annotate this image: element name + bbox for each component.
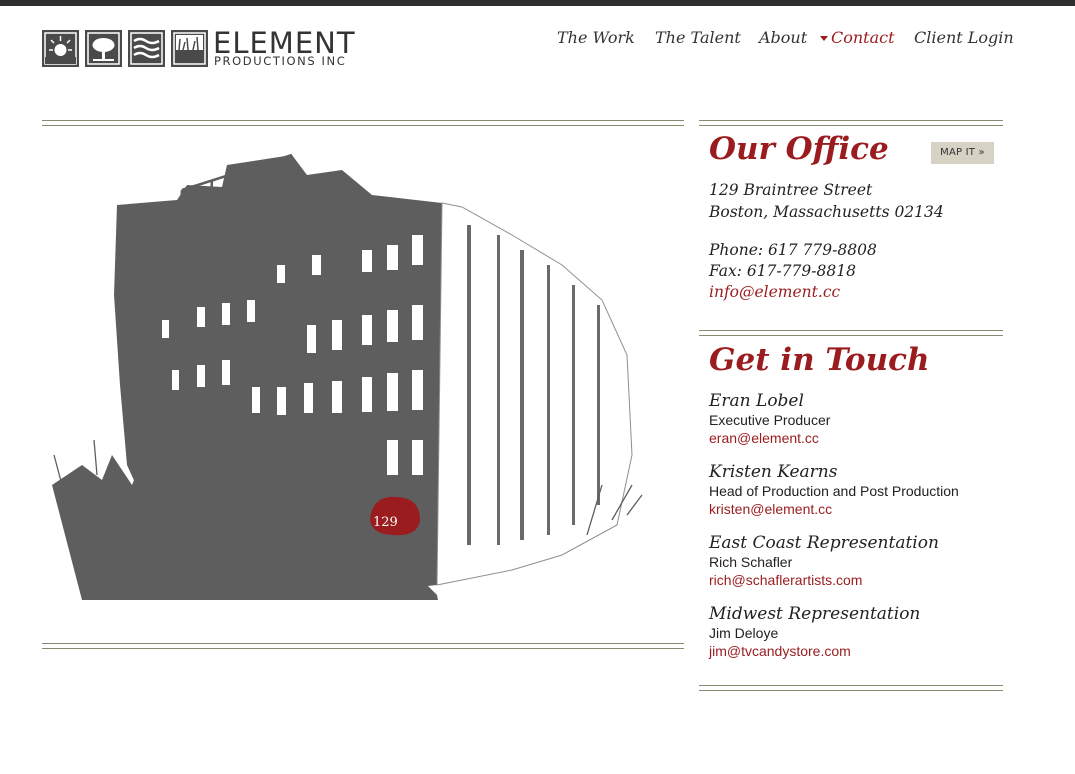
top-border [0, 0, 1075, 6]
contact-email-link[interactable]: rich@schaflerartists.com [709, 571, 939, 589]
contact-item: Eran Lobel Executive Producer eran@eleme… [709, 391, 830, 447]
office-email-link[interactable]: info@element.cc [709, 283, 840, 301]
building-illustration: 129 [42, 125, 684, 645]
nav-client-login[interactable]: Client Login [914, 28, 1014, 47]
divider-office-top [699, 120, 1003, 126]
office-fax: Fax: 617-779-8818 [709, 262, 856, 280]
touch-heading: Get in Touch [709, 342, 930, 378]
contact-item: East Coast Representation Rich Schafler … [709, 533, 939, 589]
contact-email-link[interactable]: eran@element.cc [709, 429, 830, 447]
contact-role: Rich Schafler [709, 554, 793, 570]
contact-name: East Coast Representation [709, 533, 939, 553]
divider-touch-top [699, 330, 1003, 336]
nav-about[interactable]: About [759, 28, 807, 47]
address-badge-label: 129 [373, 515, 398, 530]
nav-the-work[interactable]: The Work [557, 28, 635, 47]
contact-name: Eran Lobel [709, 391, 804, 411]
office-phone: Phone: 617 779-8808 [709, 241, 877, 259]
office-heading: Our Office [709, 131, 889, 167]
divider-bottom-right [699, 685, 1003, 691]
contact-item: Kristen Kearns Head of Production and Po… [709, 462, 959, 518]
contact-item: Midwest Representation Jim Deloye jim@tv… [709, 604, 920, 660]
map-it-button[interactable]: MAP IT » [931, 142, 994, 164]
active-caret-icon [820, 36, 828, 41]
main-nav: The Work The Talent About Contact Client… [0, 28, 1075, 52]
nav-contact[interactable]: Contact [831, 28, 895, 47]
contact-email-link[interactable]: kristen@element.cc [709, 500, 959, 518]
brand-tagline: PRODUCTIONS INC [214, 54, 347, 68]
office-address-line1: 129 Braintree Street [709, 181, 873, 199]
office-address-line2: Boston, Massachusetts 02134 [709, 203, 944, 221]
contact-name: Kristen Kearns [709, 462, 838, 482]
contact-role: Jim Deloye [709, 625, 779, 641]
nav-the-talent[interactable]: The Talent [655, 28, 741, 47]
contact-name: Midwest Representation [709, 604, 921, 624]
contact-email-link[interactable]: jim@tvcandystore.com [709, 642, 920, 660]
contact-role: Head of Production and Post Production [709, 483, 959, 499]
contact-role: Executive Producer [709, 412, 831, 428]
